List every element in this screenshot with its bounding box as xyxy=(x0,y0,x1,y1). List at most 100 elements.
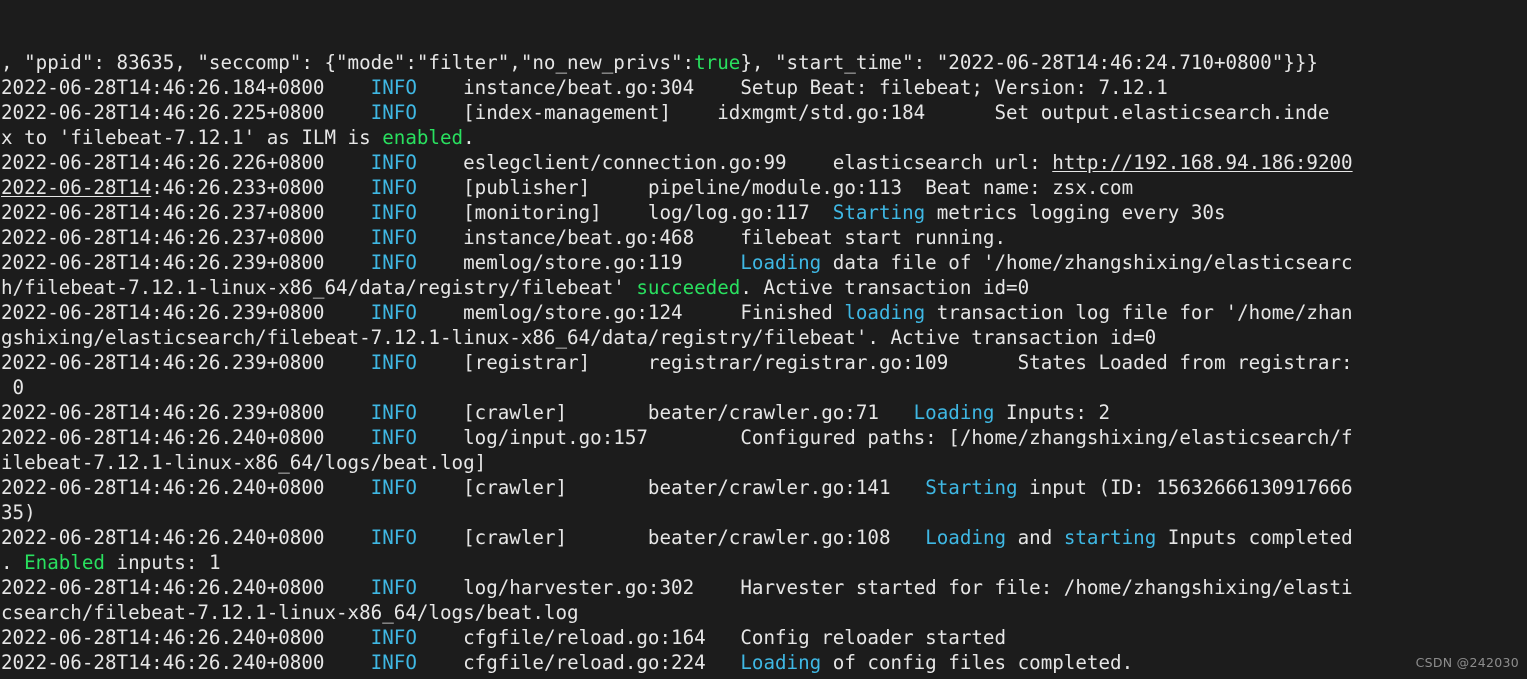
log-level-badge: INFO xyxy=(370,626,417,649)
log-text-segment: 2022-06-28T14:46:26.239+0800 xyxy=(1,351,325,374)
log-level-badge: INFO xyxy=(370,176,417,199)
log-text-segment: , "ppid": 83635, "seccomp": {"mode":"fil… xyxy=(1,51,695,74)
log-line-container: , "ppid": 83635, "seccomp": {"mode":"fil… xyxy=(0,50,1527,679)
log-level-badge: INFO xyxy=(370,651,417,674)
log-line: , "ppid": 83635, "seccomp": {"mode":"fil… xyxy=(0,50,1527,75)
log-text-segment: of config files completed. xyxy=(821,651,1134,674)
log-text-segment: [crawler] beater/crawler.go:141 xyxy=(416,476,926,499)
log-line: 2022-06-28T14:46:26.225+0800 INFO [index… xyxy=(0,100,1527,125)
log-text-segment: 0 xyxy=(1,376,25,399)
log-line: . Enabled inputs: 1 xyxy=(0,550,1527,575)
log-line: 2022-06-28T14:46:26.184+0800 INFO instan… xyxy=(0,75,1527,100)
log-level-badge: INFO xyxy=(370,251,417,274)
log-line: 2022-06-28T14:46:26.240+0800 INFO [crawl… xyxy=(0,525,1527,550)
log-text-segment: 2022-06-28T14:46:26.240+0800 xyxy=(1,576,325,599)
log-level-badge: INFO xyxy=(370,576,417,599)
log-text-segment: Starting xyxy=(925,476,1018,499)
log-text-segment: eslegclient/connection.go:99 elasticsear… xyxy=(416,151,1053,174)
log-text-segment: [monitoring] log/log.go:117 xyxy=(416,201,833,224)
log-text-segment xyxy=(324,626,370,649)
log-text-segment: [publisher] pipeline/module.go:113 Beat … xyxy=(416,176,1134,199)
log-text-segment: memlog/store.go:119 xyxy=(416,251,741,274)
log-text-segment: 2022-06-28T14:46:26.239+0800 xyxy=(1,301,325,324)
log-level-badge: INFO xyxy=(370,226,417,249)
log-level-badge: INFO xyxy=(370,426,417,449)
detected-link-fragment[interactable]: 2022-06-28T14 xyxy=(1,176,151,199)
log-line: 2022-06-28T14:46:26.237+0800 INFO [monit… xyxy=(0,200,1527,225)
log-line: 2022-06-28T14:46:26.239+0800 INFO [regis… xyxy=(0,350,1527,375)
csdn-watermark: CSDN @242030 xyxy=(1415,655,1519,670)
log-text-segment: [crawler] beater/crawler.go:71 xyxy=(416,401,914,424)
log-text-segment: 2022-06-28T14:46:26.225+0800 xyxy=(1,101,325,124)
log-line: 2022-06-28T14:46:26.240+0800 INFO cfgfil… xyxy=(0,650,1527,675)
log-text-segment xyxy=(324,151,370,174)
log-text-segment: true xyxy=(694,51,741,74)
log-line: 2022-06-28T14:46:26.239+0800 INFO [crawl… xyxy=(0,400,1527,425)
log-text-segment: log/input.go:157 Configured paths: [/hom… xyxy=(416,426,1353,449)
log-text-segment: data file of '/home/zhangshixing/elastic… xyxy=(821,251,1353,274)
log-level-badge: INFO xyxy=(370,301,417,324)
log-text-segment xyxy=(324,476,370,499)
log-text-segment: csearch/filebeat-7.12.1-linux-x86_64/log… xyxy=(1,601,579,624)
log-text-segment xyxy=(324,201,370,224)
log-text-segment xyxy=(324,526,370,549)
log-level-badge: INFO xyxy=(370,526,417,549)
log-text-segment xyxy=(324,426,370,449)
log-text-segment: 35) xyxy=(1,501,36,524)
log-text-segment: starting xyxy=(1063,526,1157,549)
elasticsearch-url-link[interactable]: http://192.168.94.186:9200 xyxy=(1052,151,1352,174)
log-text-segment: ilebeat-7.12.1-linux-x86_64/logs/beat.lo… xyxy=(1,451,487,474)
log-text-segment: transaction log file for '/home/zhan xyxy=(925,301,1353,324)
log-line: 2022-06-28T14:46:26.237+0800 INFO instan… xyxy=(0,225,1527,250)
log-line: 2022-06-28T14:46:28.947+0800 INFO [add_c… xyxy=(0,675,1527,679)
log-text-segment xyxy=(324,176,370,199)
log-text-segment: inputs: 1 xyxy=(104,551,221,574)
log-text-segment: Inputs: 2 xyxy=(994,401,1111,424)
log-level-badge: INFO xyxy=(370,76,417,99)
log-text-segment: Loading xyxy=(740,651,822,674)
log-text-segment: Inputs completed xyxy=(1156,526,1353,549)
log-text-segment: 2022-06-28T14:46:26.239+0800 xyxy=(1,401,325,424)
log-text-segment: 2022-06-28T14:46:26.237+0800 xyxy=(1,226,325,249)
log-line: csearch/filebeat-7.12.1-linux-x86_64/log… xyxy=(0,600,1527,625)
log-level-badge: INFO xyxy=(370,476,417,499)
log-line: gshixing/elasticsearch/filebeat-7.12.1-l… xyxy=(0,325,1527,350)
log-text-segment: cfgfile/reload.go:164 Config reloader st… xyxy=(416,626,1007,649)
log-text-segment: metrics logging every 30s xyxy=(925,201,1226,224)
log-text-segment: [registrar] registrar/registrar.go:109 S… xyxy=(416,351,1353,374)
log-text-segment: [crawler] beater/crawler.go:108 xyxy=(416,526,926,549)
log-level-badge: INFO xyxy=(370,101,417,124)
terminal-log-output[interactable]: , "ppid": 83635, "seccomp": {"mode":"fil… xyxy=(0,0,1527,679)
log-text-segment: 2022-06-28T14:46:26.240+0800 xyxy=(1,426,325,449)
log-text-segment: enabled xyxy=(382,126,464,149)
log-text-segment xyxy=(324,651,370,674)
log-line: 2022-06-28T14:46:26.240+0800 INFO [crawl… xyxy=(0,475,1527,500)
log-line: 2022-06-28T14:46:26.233+0800 INFO [publi… xyxy=(0,175,1527,200)
log-text-segment: 2022-06-28T14:46:26.240+0800 xyxy=(1,651,325,674)
log-text-segment xyxy=(324,76,370,99)
log-text-segment: 2022-06-28T14:46:26.237+0800 xyxy=(1,201,325,224)
log-text-segment: . xyxy=(1,551,25,574)
log-line: 2022-06-28T14:46:26.239+0800 INFO memlog… xyxy=(0,250,1527,275)
log-text-segment: instance/beat.go:304 Setup Beat: filebea… xyxy=(416,76,1168,99)
log-text-segment: . xyxy=(463,126,475,149)
log-text-segment: Starting xyxy=(832,201,926,224)
log-text-segment: :46:26.233+0800 xyxy=(151,176,325,199)
log-line: 2022-06-28T14:46:26.240+0800 INFO log/in… xyxy=(0,425,1527,450)
log-line: h/filebeat-7.12.1-linux-x86_64/data/regi… xyxy=(0,275,1527,300)
log-line: 0 xyxy=(0,375,1527,400)
log-line: 2022-06-28T14:46:26.239+0800 INFO memlog… xyxy=(0,300,1527,325)
log-text-segment: 2022-06-28T14:46:26.239+0800 xyxy=(1,251,325,274)
log-text-segment: gshixing/elasticsearch/filebeat-7.12.1-l… xyxy=(1,326,1157,349)
log-text-segment: and xyxy=(1006,526,1064,549)
log-text-segment: 2022-06-28T14:46:26.240+0800 xyxy=(1,526,325,549)
log-text-segment xyxy=(324,251,370,274)
log-text-segment: }, "start_time": "2022-06-28T14:46:24.71… xyxy=(740,51,1318,74)
log-text-segment: h/filebeat-7.12.1-linux-x86_64/data/regi… xyxy=(1,276,637,299)
log-text-segment xyxy=(324,351,370,374)
log-text-segment: Enabled xyxy=(24,551,105,574)
log-line: x to 'filebeat-7.12.1' as ILM is enabled… xyxy=(0,125,1527,150)
log-text-segment: [index-management] idxmgmt/std.go:184 Se… xyxy=(416,101,1330,124)
log-text-segment: 2022-06-28T14:46:26.240+0800 xyxy=(1,626,325,649)
log-text-segment: Loading xyxy=(913,401,995,424)
